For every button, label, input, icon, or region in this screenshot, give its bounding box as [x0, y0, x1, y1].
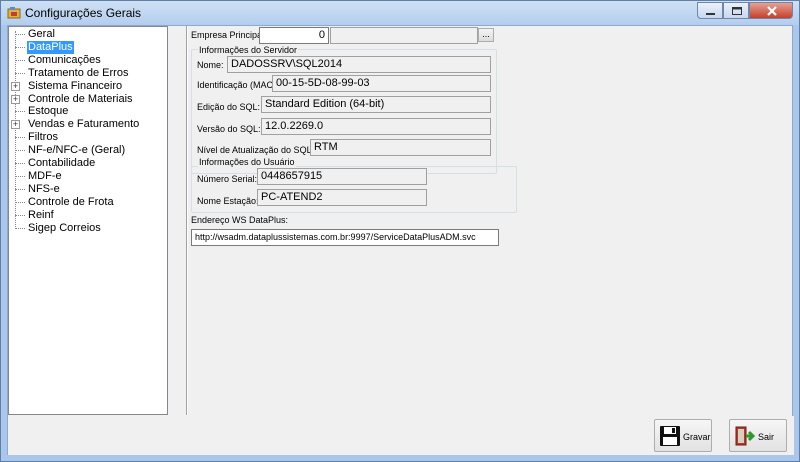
tree-connector	[15, 201, 25, 203]
server-name-label: Nome:	[197, 60, 224, 70]
sql-edition-label: Edição do SQL:	[197, 102, 261, 112]
tree-item-label: Contabilidade	[28, 157, 96, 169]
close-button[interactable]	[749, 2, 793, 19]
serial-label: Número Serial:	[197, 174, 258, 184]
tree-item-label: Sigep Correios	[28, 221, 101, 234]
maximize-icon	[732, 7, 742, 15]
tree-item-label: Tratamento de Erros	[28, 66, 129, 79]
app-icon	[7, 7, 21, 19]
tree-connector	[15, 137, 25, 139]
tree-connector	[15, 175, 25, 177]
empresa-name-field	[330, 27, 478, 44]
dataplus-panel: Empresa Principal: 0 ... Informações do …	[189, 26, 789, 415]
serial-field: 0448657915	[257, 168, 427, 185]
exit-label: Sair	[758, 432, 775, 442]
empresa-search-button[interactable]: ...	[478, 28, 494, 42]
tree-item-label: Sistema Financeiro	[28, 79, 123, 92]
sql-edition-field: Standard Edition (64-bit)	[261, 96, 491, 113]
tree-connector	[15, 111, 25, 113]
mac-label: Identificação (MAC):	[197, 80, 279, 90]
tree-connector	[15, 150, 25, 152]
minimize-button[interactable]	[697, 2, 723, 19]
tree-connector	[15, 214, 25, 216]
exit-door-icon	[735, 426, 756, 446]
tree-item-label: Vendas e Faturamento	[28, 118, 140, 131]
tree-item-label: Controle de Materiais	[28, 92, 133, 105]
floppy-disk-icon	[660, 426, 680, 446]
tree-item-label: Estoque	[28, 105, 69, 118]
exit-button[interactable]: Sair	[729, 419, 787, 452]
window-title: Configurações Gerais	[25, 6, 142, 20]
sql-version-field: 12.0.2269.0	[261, 118, 491, 135]
title-bar[interactable]: Configurações Gerais	[1, 1, 799, 25]
tree-item-label: DataPlus	[27, 40, 74, 54]
station-field: PC-ATEND2	[257, 189, 427, 206]
server-info-title: Informações do Servidor	[198, 45, 299, 55]
client-area: Geral DataPlus Comunicações Tratamento de E…	[7, 25, 794, 455]
settings-tree[interactable]: Geral DataPlus Comunicações Tratamento de E…	[8, 26, 168, 415]
close-icon	[767, 6, 777, 16]
tree-item-label: Geral	[28, 28, 55, 40]
tree-item-label: MDF-e	[28, 169, 62, 182]
maximize-button[interactable]	[723, 2, 749, 19]
tree-expand-icon[interactable]: +	[11, 94, 20, 104]
tree-connector	[15, 163, 25, 164]
sql-level-label: Nível de Atualização do SQL:	[197, 145, 315, 155]
tree-item-label: NF-e/NFC-e (Geral)	[28, 144, 126, 157]
user-info-title: Informações do Usuário	[198, 157, 296, 167]
splitter[interactable]	[186, 26, 188, 415]
tree-connector	[15, 227, 25, 229]
tree-item-label: NFS-e	[28, 182, 60, 195]
sql-level-field: RTM	[310, 139, 491, 156]
station-label: Nome Estação:	[197, 196, 259, 206]
tree-connector	[15, 46, 25, 48]
tree-connector	[15, 59, 25, 61]
mac-field: 00-15-5D-08-99-03	[272, 75, 491, 92]
tree-item-label: Filtros	[28, 131, 58, 144]
minimize-icon	[706, 13, 715, 15]
tree-expand-icon[interactable]: +	[11, 120, 20, 130]
tree-connector	[15, 72, 25, 74]
save-label: Gravar	[683, 432, 711, 442]
tree-connector	[15, 188, 25, 190]
bottom-toolbar: Gravar Sair	[8, 416, 794, 455]
tree-item-label: Controle de Frota	[28, 195, 114, 208]
tree-connector	[15, 34, 25, 35]
save-button[interactable]: Gravar	[654, 419, 712, 452]
empresa-input[interactable]: 0	[259, 27, 329, 44]
tree-expand-icon[interactable]: +	[11, 81, 20, 91]
ws-label: Endereço WS DataPlus:	[191, 215, 289, 225]
sql-version-label: Versão do SQL:	[197, 124, 261, 134]
ws-url-input[interactable]: http://wsadm.dataplussistemas.com.br:999…	[191, 229, 499, 246]
main-window: Configurações Gerais Geral DataPlus Comuni…	[0, 0, 800, 462]
empresa-label: Empresa Principal:	[191, 30, 267, 40]
server-name-field: DADOSSRV\SQL2014	[227, 56, 491, 73]
tree-item-label: Reinf	[28, 208, 54, 221]
tree-item-label: Comunicações	[28, 53, 101, 66]
